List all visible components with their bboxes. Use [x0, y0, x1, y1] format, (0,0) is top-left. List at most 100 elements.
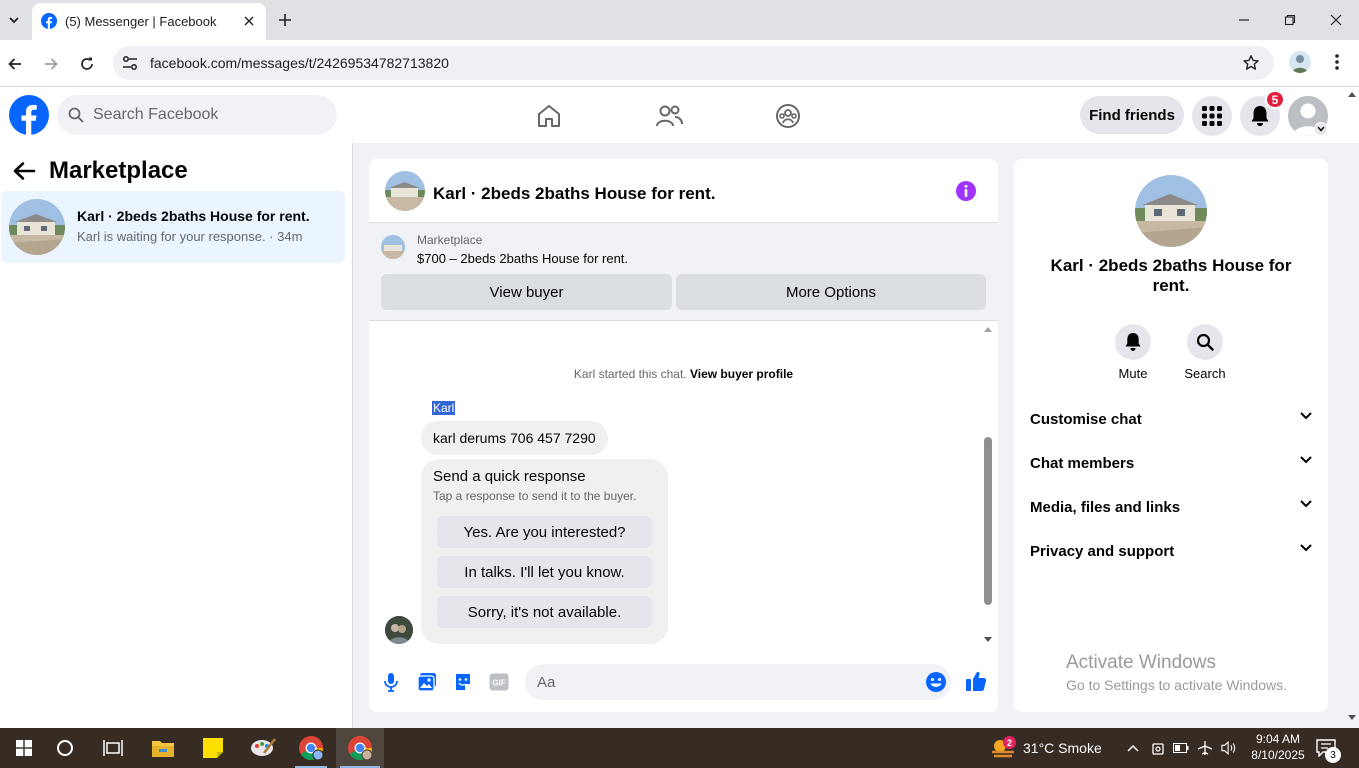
clock-time: 9:04 AM — [1255, 732, 1301, 746]
window-minimize-icon[interactable] — [1229, 6, 1259, 34]
sender-avatar[interactable] — [385, 616, 413, 644]
chrome-taskbar-icon[interactable] — [287, 728, 335, 768]
page-scroll-up-icon[interactable] — [1347, 90, 1357, 98]
view-buyer-button[interactable]: View buyer — [381, 274, 672, 310]
groups-icon[interactable] — [774, 102, 802, 130]
cortana-search-icon[interactable] — [41, 728, 89, 768]
activate-windows-title: Activate Windows — [1066, 652, 1216, 673]
site-settings-icon[interactable] — [121, 54, 139, 72]
chat-started-text: Karl started this chat. — [573, 367, 687, 381]
back-arrow-icon[interactable] — [2, 51, 28, 77]
section-label: Privacy and support — [1030, 543, 1175, 560]
facebook-search-input[interactable]: Search Facebook — [57, 95, 337, 135]
window-restore-icon[interactable] — [1275, 6, 1305, 34]
customise-chat-row[interactable]: Customise chat — [1030, 402, 1312, 438]
facebook-logo-icon[interactable] — [9, 95, 49, 135]
chrome-profile-avatar[interactable] — [1289, 51, 1311, 73]
airplane-mode-icon[interactable] — [1197, 740, 1213, 756]
task-view-icon[interactable] — [89, 728, 137, 768]
chat-title[interactable]: Karl · 2beds 2baths House for rent. — [433, 184, 715, 204]
sticker-icon[interactable] — [452, 671, 474, 693]
search-in-conversation-button[interactable]: Search — [1175, 324, 1235, 381]
friends-icon[interactable] — [655, 102, 683, 130]
message-bubble: karl derums 706 457 7290 — [421, 421, 608, 455]
battery-icon[interactable] — [1173, 740, 1189, 756]
search-icon — [1187, 324, 1223, 360]
account-chevron-down-icon[interactable] — [1314, 122, 1328, 136]
message-input[interactable]: Aa — [525, 664, 951, 700]
listing-house-avatar — [9, 199, 65, 255]
view-buyer-profile-link[interactable]: View buyer profile — [690, 367, 793, 381]
chat-header-avatar[interactable] — [385, 171, 425, 211]
sticky-notes-icon[interactable] — [189, 728, 237, 768]
search-placeholder: Search Facebook — [93, 106, 219, 123]
details-listing-avatar — [1135, 175, 1207, 247]
tab-close-icon[interactable] — [240, 12, 258, 30]
url-text: facebook.com/messages/t/2426953478271382… — [150, 55, 449, 71]
send-like-thumbs-up-icon[interactable] — [965, 670, 987, 692]
chevron-down-icon — [1300, 500, 1312, 508]
show-hidden-icons-chevron-icon[interactable] — [1125, 740, 1141, 756]
message-composer: GIF Aa — [369, 658, 998, 712]
voice-clip-mic-icon[interactable] — [380, 671, 402, 693]
browser-tab-strip: (5) Messenger | Facebook — [0, 0, 1359, 40]
new-tab-plus-icon[interactable] — [274, 9, 296, 31]
svg-text:GIF: GIF — [492, 679, 505, 688]
tab-title: (5) Messenger | Facebook — [65, 14, 217, 29]
find-friends-button[interactable]: Find friends — [1080, 96, 1184, 134]
conversation-info-icon[interactable] — [955, 180, 977, 202]
volume-icon[interactable] — [1221, 740, 1237, 756]
chat-header: Karl · 2beds 2baths House for rent. — [369, 159, 998, 223]
home-icon[interactable] — [535, 102, 563, 130]
more-options-button[interactable]: More Options — [676, 274, 986, 310]
scroll-down-arrow-icon[interactable] — [983, 636, 993, 644]
mute-label: Mute — [1118, 366, 1148, 381]
facebook-header: Search Facebook Find friends — [0, 88, 1359, 143]
forward-arrow-icon[interactable] — [38, 51, 64, 77]
emoji-icon[interactable] — [925, 671, 947, 693]
attach-photo-icon[interactable] — [416, 671, 438, 693]
menu-grid-icon[interactable] — [1192, 96, 1232, 136]
address-bar[interactable]: facebook.com/messages/t/2426953478271382… — [113, 46, 1274, 80]
chevron-down-icon — [1300, 456, 1312, 464]
bookmark-star-icon[interactable] — [1242, 54, 1260, 72]
privacy-support-row[interactable]: Privacy and support — [1030, 534, 1312, 570]
quick-response-title: Send a quick response — [433, 468, 586, 485]
chevron-down-icon — [1300, 412, 1312, 420]
chat-members-row[interactable]: Chat members — [1030, 446, 1312, 482]
browser-tab-messenger[interactable]: (5) Messenger | Facebook — [32, 3, 266, 40]
conversation-item[interactable]: Karl · 2beds 2baths House for rent. Karl… — [1, 191, 345, 263]
file-explorer-icon[interactable] — [139, 728, 187, 768]
meet-now-icon[interactable] — [1150, 740, 1166, 756]
back-arrow-icon[interactable] — [12, 161, 36, 181]
quick-response-in-talks-button[interactable]: In talks. I'll let you know. — [437, 556, 652, 588]
chrome-menu-icon[interactable] — [1328, 52, 1346, 72]
message-thread[interactable]: Karl started this chat. View buyer profi… — [369, 322, 998, 654]
listing-thumbnail — [381, 235, 405, 259]
mute-button[interactable]: Mute — [1103, 324, 1163, 381]
page-scroll-down-icon[interactable] — [1347, 714, 1357, 722]
tab-search-chevron-icon[interactable] — [2, 8, 26, 32]
quick-response-not-available-button[interactable]: Sorry, it's not available. — [437, 596, 652, 628]
gif-icon[interactable]: GIF — [488, 671, 510, 693]
message-input-placeholder: Aa — [537, 674, 556, 691]
section-label: Chat members — [1030, 455, 1135, 472]
window-close-icon[interactable] — [1321, 6, 1351, 34]
chat-window: Karl · 2beds 2baths House for rent. Mark… — [369, 159, 998, 712]
marketplace-label: Marketplace — [417, 233, 483, 247]
section-label: Customise chat — [1030, 411, 1142, 428]
chat-started-notice: Karl started this chat. View buyer profi… — [369, 367, 998, 381]
paint-app-icon[interactable] — [239, 728, 287, 768]
browser-toolbar: facebook.com/messages/t/2426953478271382… — [0, 40, 1359, 87]
scrollbar-thumb[interactable] — [984, 437, 992, 605]
reload-icon[interactable] — [74, 51, 100, 77]
facebook-favicon-icon — [41, 13, 57, 29]
marketplace-conversation-list: Marketplace Karl · 2beds 2baths House fo… — [0, 143, 353, 728]
quick-response-yes-button[interactable]: Yes. Are you interested? — [437, 516, 652, 548]
scroll-up-arrow-icon[interactable] — [983, 325, 993, 333]
marketplace-listing-banner: Marketplace $700 – 2beds 2baths House fo… — [369, 223, 998, 321]
media-files-links-row[interactable]: Media, files and links — [1030, 490, 1312, 526]
chrome-active-window-icon[interactable] — [336, 728, 384, 768]
section-label: Media, files and links — [1030, 499, 1181, 516]
system-clock[interactable]: 9:04 AM 8/10/2025 — [1250, 731, 1306, 763]
